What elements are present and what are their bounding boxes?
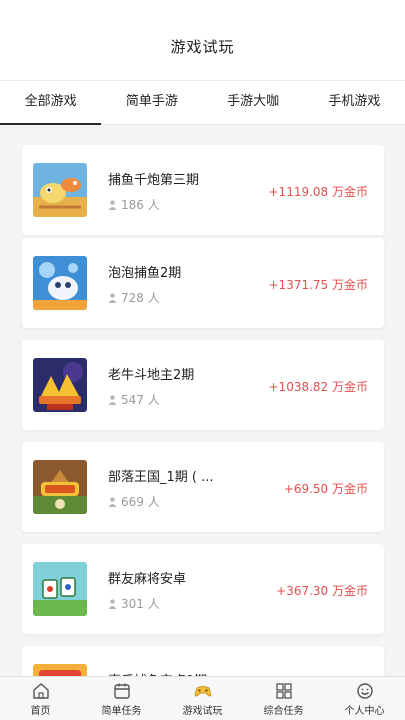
player-count: 186 人 xyxy=(108,196,160,213)
gamepad-icon xyxy=(193,685,212,696)
nav-label: 综合任务 xyxy=(263,705,304,717)
game-card[interactable]: 群友麻将安卓 301 人 +367.30 万金币 xyxy=(22,544,384,634)
nav-general-tasks[interactable]: 综合任务 xyxy=(243,677,324,720)
game-name: 老牛斗地主2期 xyxy=(108,368,195,383)
calendar-icon xyxy=(113,683,130,699)
mahjong-thumbnail xyxy=(33,562,87,616)
nav-label: 简单任务 xyxy=(101,705,142,717)
player-count: 547 人 xyxy=(108,391,160,408)
player-count: 728 人 xyxy=(108,289,160,306)
bubble-fish-thumbnail xyxy=(33,256,87,310)
nav-label: 游戏试玩 xyxy=(182,705,223,717)
reward-amount: +69.50 万金币 xyxy=(283,482,368,496)
person-icon xyxy=(108,496,117,507)
nav-simple-tasks[interactable]: 简单任务 xyxy=(81,677,162,720)
player-count-text: 669 人 xyxy=(121,495,160,509)
game-name: 部落王国_1期 ( ... xyxy=(108,470,214,485)
landlord-card-thumbnail xyxy=(33,358,87,412)
tab-mobile-games[interactable]: 手机游戏 xyxy=(304,81,405,124)
tab-all-games[interactable]: 全部游戏 xyxy=(0,81,102,125)
nav-game-trial[interactable]: 游戏试玩 xyxy=(162,677,243,720)
fish-game-thumbnail xyxy=(33,163,87,217)
home-icon xyxy=(32,682,49,699)
game-name: 群友麻将安卓 xyxy=(108,572,187,587)
game-name: 捕鱼千炮第三期 xyxy=(108,173,200,188)
game-card[interactable]: 捕鱼千炮第三期 186 人 +1119.08 万金币 xyxy=(22,145,384,235)
person-icon xyxy=(108,394,117,405)
reward-amount: +367.30 万金币 xyxy=(276,584,368,598)
game-card[interactable]: 老牛斗地主2期 547 人 +1038.82 万金币 xyxy=(22,340,384,430)
player-count-text: 186 人 xyxy=(121,198,160,212)
tab-simple-games[interactable]: 简单手游 xyxy=(101,81,202,124)
smile-icon xyxy=(356,682,373,699)
page-title: 游戏试玩 xyxy=(170,38,235,56)
player-count-text: 301 人 xyxy=(121,597,160,611)
person-icon xyxy=(108,598,117,609)
grid-icon xyxy=(275,682,292,699)
person-icon xyxy=(108,199,117,210)
player-count: 301 人 xyxy=(108,595,160,612)
bottom-nav: 首页 简单任务 游戏试玩 综合任务 个人中心 xyxy=(0,676,405,720)
nav-label: 首页 xyxy=(30,705,51,717)
game-card[interactable]: 部落王国_1期 ( ... 669 人 +69.50 万金币 xyxy=(22,442,384,532)
player-count-text: 728 人 xyxy=(121,291,160,305)
nav-label: 个人中心 xyxy=(344,705,385,717)
reward-amount: +1038.82 万金币 xyxy=(268,380,369,394)
tab-game-experts[interactable]: 手游大咖 xyxy=(203,81,304,124)
top-bar: 游戏试玩 全部游戏 简单手游 手游大咖 手机游戏 xyxy=(0,0,405,125)
player-count: 669 人 xyxy=(108,493,160,510)
game-card[interactable]: 泡泡捕鱼2期 728 人 +1371.75 万金币 xyxy=(22,238,384,328)
nav-home[interactable]: 首页 xyxy=(0,677,81,720)
category-tabs: 全部游戏 简单手游 手游大咖 手机游戏 xyxy=(0,80,405,125)
person-icon xyxy=(108,292,117,303)
tribe-kingdom-thumbnail xyxy=(33,460,87,514)
player-count-text: 547 人 xyxy=(121,393,160,407)
nav-profile[interactable]: 个人中心 xyxy=(324,677,405,720)
reward-amount: +1371.75 万金币 xyxy=(268,278,369,292)
game-name: 泡泡捕鱼2期 xyxy=(108,266,182,281)
reward-amount: +1119.08 万金币 xyxy=(268,185,369,199)
